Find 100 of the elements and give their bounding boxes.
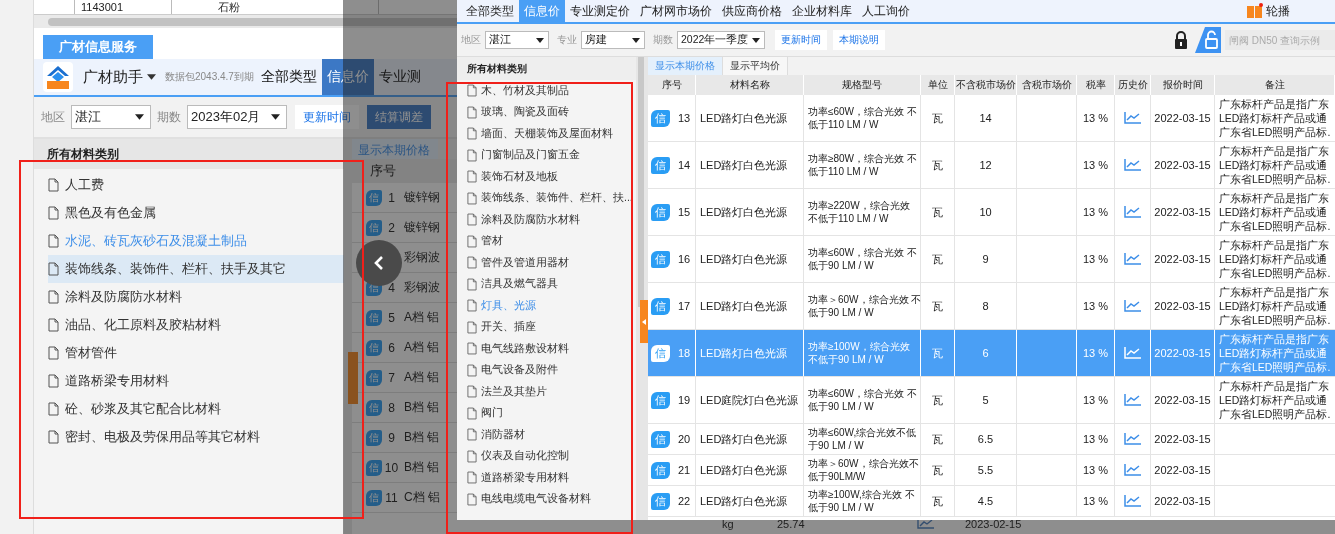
table-cell-text: kg <box>722 517 735 530</box>
category-item[interactable]: 木、竹材及其制品 <box>457 80 636 102</box>
table-cell: 瓦 <box>921 424 955 454</box>
caret-icon[interactable] <box>147 74 156 80</box>
category-item[interactable]: 门窗制品及门窗五金 <box>457 144 636 166</box>
category-item[interactable]: 密封、电极及劳保用品等其它材料 <box>34 423 344 451</box>
nav-tab[interactable]: 全部类型 <box>255 59 322 95</box>
app-name[interactable]: 广材助手 <box>83 67 143 87</box>
nav-tab[interactable]: 专业测 <box>373 59 426 95</box>
table-cell: B档 铝 <box>404 429 440 446</box>
document-icon <box>48 234 59 248</box>
table-cell-text: 25.74 <box>777 517 806 530</box>
category-item[interactable]: 装饰石材及地板 <box>457 166 636 188</box>
document-icon <box>467 277 477 291</box>
line-chart-icon[interactable] <box>917 518 935 529</box>
caret-icon[interactable] <box>752 37 760 43</box>
table-row[interactable]: 信 15 LED路灯白色光源 功率≥220W，综合光效 不低于110 LM / W 瓦 10 13 % 2022-03-15 广东标杆产品是指广东 LED路灯标杆产品或通 广东省LED照明产品标. <box>648 189 1335 236</box>
category-item[interactable]: 电气设备及附件 <box>457 359 636 381</box>
category-item[interactable]: 法兰及其垫片 <box>457 381 636 403</box>
table-cell-text: 11 <box>384 490 399 505</box>
caret-icon[interactable] <box>536 37 544 43</box>
document-icon <box>48 262 59 276</box>
caret-icon[interactable] <box>632 37 640 43</box>
table-cell: 15 <box>678 206 691 218</box>
dropdown[interactable]: 湛江 <box>485 31 549 49</box>
unlock-icon[interactable] <box>1195 27 1221 53</box>
toolbar-button[interactable]: 更新时间 <box>775 30 827 50</box>
caret-icon[interactable] <box>271 114 280 120</box>
category-item[interactable]: 电线电缆电气设备材料 <box>457 488 636 510</box>
category-item[interactable]: 涂料及防腐防水材料 <box>457 209 636 231</box>
table-cell: 2022-03-15 <box>1151 424 1215 454</box>
dropdown[interactable]: 2023年02月 <box>187 105 287 129</box>
table-cell: LED路灯白色光源 <box>696 283 804 329</box>
category-item[interactable]: 砼、砂浆及其它配合比材料 <box>34 395 344 423</box>
chevron-left-icon[interactable] <box>373 255 385 271</box>
table-cell: 瓦 <box>921 486 955 516</box>
table-cell: 2022-03-15 <box>1151 236 1215 282</box>
table-cell-text: 7 <box>387 370 396 385</box>
dropdown[interactable]: 房建 <box>581 31 645 49</box>
category-item[interactable]: 装饰线条、装饰件、栏杆、扶... <box>457 187 636 209</box>
category-item[interactable]: 黑色及有色金属 <box>34 199 344 227</box>
category-item[interactable]: 管件及管道用器材 <box>457 252 636 274</box>
document-icon <box>48 346 59 360</box>
category-item[interactable]: 开关、插座 <box>457 316 636 338</box>
category-item[interactable]: 涂料及防腐防水材料 <box>34 283 344 311</box>
table-row[interactable]: 信 14 LED路灯白色光源 功率≥80W，综合光效 不 低于110 LM / W 瓦 12 13 % 2022-03-15 广东标杆产品是指广东 LED路灯标杆产品或通 广东省LED照明产品标. <box>648 142 1335 189</box>
table-row[interactable]: 信 16 LED路灯白色光源 功率≤60W，综合光效 不 低于90 LM / W 瓦 9 13 % 2022-03-15 广东标杆产品是指广东 LED路灯标杆产品或通 广东省LED照明产品标. <box>648 236 1335 283</box>
table-row[interactable]: 信 17 LED路灯白色光源 功率＞60W，综合光效 不 低于90 LM / W 瓦 8 13 % 2022-03-15 广东标杆产品是指广东 LED路灯标杆产品或通 广东省LED照明产品标. <box>648 283 1335 330</box>
table-cell: 2022-03-15 <box>1151 455 1215 485</box>
document-icon <box>467 471 477 485</box>
category-item[interactable]: 墙面、天棚装饰及屋面材料 <box>457 123 636 145</box>
table-cell-text: 2 <box>387 220 396 235</box>
carousel-label[interactable]: 轮播 <box>1266 2 1290 20</box>
nav-tab[interactable]: 企业材料库 <box>787 0 857 22</box>
document-icon <box>467 170 477 184</box>
table-cell: 功率≤60W，综合光效 不 低于90 LM / W <box>808 387 917 413</box>
category-item[interactable]: 管材管件 <box>34 339 344 367</box>
nav-tab[interactable]: 专业测定价 <box>565 0 635 22</box>
table-row[interactable]: 信 20 LED路灯白色光源 功率≤60W,综合光效不低 于90 LM / W 瓦 6.5 13 % 2022-03-15 <box>648 424 1335 455</box>
table-cell: 瓦 <box>921 330 955 376</box>
category-item[interactable]: 玻璃、陶瓷及面砖 <box>457 101 636 123</box>
dropdown[interactable]: 2022年一季度 <box>677 31 765 49</box>
lock-icon[interactable] <box>1173 30 1189 50</box>
category-item[interactable]: 装饰线条、装饰件、栏杆、扶手及其它 <box>48 255 344 283</box>
category-item[interactable]: 管材 <box>457 230 636 252</box>
book-icon[interactable] <box>1246 3 1264 19</box>
filter-label: 期数 <box>157 108 181 126</box>
category-item[interactable]: 道路桥梁专用材料 <box>34 367 344 395</box>
nav-tab[interactable]: 全部类型 <box>461 0 519 22</box>
category-item[interactable]: 油品、化工原料及胶粘材料 <box>34 311 344 339</box>
table-row[interactable]: 信 21 LED路灯白色光源 功率＞60W，综合光效不 低于90LM/W 瓦 5.5 13 % 2022-03-15 <box>648 455 1335 486</box>
table-cell: LED路灯白色光源 <box>696 236 804 282</box>
nav-tab[interactable]: 广材网市场价 <box>635 0 717 22</box>
toolbar-button[interactable]: 本期说明 <box>833 30 885 50</box>
category-item[interactable]: 洁具及燃气器具 <box>457 273 636 295</box>
document-icon <box>467 449 477 463</box>
table-cell: 13 % <box>1077 377 1115 423</box>
document-icon <box>467 191 477 205</box>
nav-tab[interactable]: 人工询价 <box>857 0 915 22</box>
info-badge: 信 <box>651 297 670 315</box>
category-item[interactable]: 电气线路敷设材料 <box>457 338 636 360</box>
collapse-handle[interactable] <box>348 352 358 404</box>
table-cell: 19 <box>678 394 691 406</box>
category-item[interactable]: 阀门 <box>457 402 636 424</box>
price-tab[interactable]: 显示平均价 <box>723 57 788 75</box>
category-item[interactable]: 道路桥梁专用材料 <box>457 467 636 489</box>
nav-tab[interactable]: 供应商价格 <box>717 0 787 22</box>
table-cell-text: 8 <box>387 400 396 415</box>
category-item[interactable]: 人工费 <box>34 171 344 199</box>
vertical-scrollbar[interactable] <box>636 57 648 520</box>
caret-icon[interactable] <box>135 114 144 120</box>
document-icon <box>467 492 477 506</box>
dropdown[interactable]: 湛江 <box>71 105 151 129</box>
category-item[interactable]: 仪表及自动化控制 <box>457 445 636 467</box>
table-cell: LED路灯白色光源 <box>696 189 804 235</box>
category-item[interactable]: 消防器材 <box>457 424 636 446</box>
table-row[interactable]: 信 22 LED路灯白色光源 功率≥100W,综合光效 不 低于90 LM / W 瓦 4.5 13 % 2022-03-15 <box>648 486 1335 517</box>
collapse-handle[interactable] <box>640 300 648 343</box>
table-row[interactable]: 信 13 LED路灯白色光源 功率≤60W，综合光效 不 低于110 LM / W 瓦 14 13 % 2022-03-15 广东标杆产品是指广东 LED路灯标杆产品或通 广东省LED照明产品标. <box>648 95 1335 142</box>
table-cell: 14 <box>678 159 691 171</box>
